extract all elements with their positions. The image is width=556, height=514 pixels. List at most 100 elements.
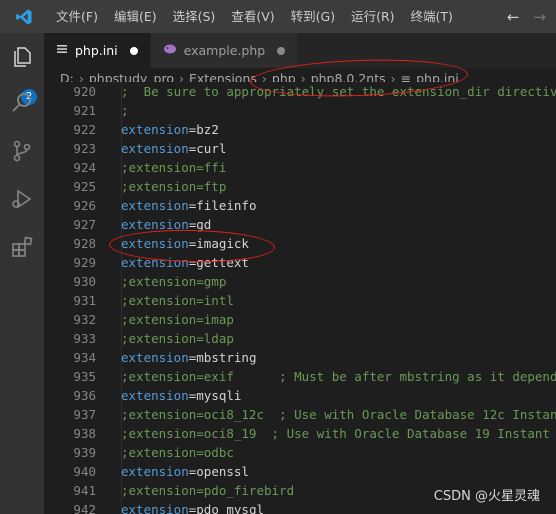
code-text: ;extension=ldap <box>121 331 234 346</box>
code-line[interactable]: 940 extension=openssl <box>44 462 556 481</box>
code-line[interactable]: 937 ;extension=oci8_12c ; Use with Oracle… <box>44 405 556 424</box>
code-text: extension=mbstring <box>121 348 256 367</box>
code-editor[interactable]: 920 ; Be sure to appropriately set the ex… <box>44 82 556 514</box>
code-text: ;extension=pdo_firebird <box>121 483 295 498</box>
code-text: extension=mysqli <box>121 386 241 405</box>
code-line[interactable]: 920 ; Be sure to appropriately set the ex… <box>44 82 556 101</box>
directive-key: extension <box>121 141 189 156</box>
tab-label: php.ini <box>75 43 118 58</box>
menu-file[interactable]: 文件(F) <box>48 0 106 33</box>
explorer-icon[interactable] <box>8 43 36 71</box>
directive-key: extension <box>121 464 189 479</box>
line-number: 937 <box>73 407 96 422</box>
code-line[interactable]: 926 extension=fileinfo <box>44 196 556 215</box>
code-text: extension=curl <box>121 139 226 158</box>
search-icon[interactable] <box>8 89 36 117</box>
unsaved-dot-icon[interactable] <box>129 46 138 55</box>
code-text: ;extension=odbc <box>121 445 234 460</box>
line-number: 920 <box>73 84 96 99</box>
code-line[interactable]: 922 extension=bz2 <box>44 120 556 139</box>
forward-arrow-icon[interactable]: → <box>533 8 546 26</box>
line-number: 935 <box>73 369 96 384</box>
code-line[interactable]: 934 extension=mbstring <box>44 348 556 367</box>
line-number: 922 <box>73 122 96 137</box>
code-text: ;extension=ftp <box>121 179 227 194</box>
title-bar: 文件(F) 编辑(E) 选择(S) 查看(V) 转到(G) 运行(R) 终端(T… <box>0 0 556 33</box>
code-text: ;extension=oci8_12c ; Use with Oracle Da… <box>121 407 556 422</box>
line-number: 931 <box>73 293 96 308</box>
directive-value: gettext <box>196 255 249 270</box>
unsaved-dot-icon[interactable] <box>277 46 286 55</box>
line-number: 936 <box>73 388 96 403</box>
directive-key: extension <box>121 255 189 270</box>
line-number: 942 <box>73 502 96 514</box>
menu-run[interactable]: 运行(R) <box>343 0 402 33</box>
line-number: 925 <box>73 179 96 194</box>
code-line[interactable]: 923 extension=curl <box>44 139 556 158</box>
code-text: extension=gd <box>121 215 211 234</box>
code-line[interactable]: 939 ;extension=odbc <box>44 443 556 462</box>
menu-terminal[interactable]: 终端(T) <box>403 0 461 33</box>
code-line[interactable]: 933 ;extension=ldap <box>44 329 556 348</box>
line-number: 928 <box>73 236 96 251</box>
directive-value: openssl <box>196 464 249 479</box>
run-debug-icon[interactable] <box>8 185 36 213</box>
directive-value: mysqli <box>196 388 242 403</box>
directive-value: bz2 <box>196 122 219 137</box>
extensions-icon[interactable] <box>8 233 36 261</box>
tab-php-ini[interactable]: php.ini <box>44 33 150 68</box>
elephant-php-icon <box>163 43 177 58</box>
directive-key: extension <box>121 217 189 232</box>
directive-value: imagick <box>196 236 249 251</box>
directive-value: fileinfo <box>196 198 257 213</box>
line-number: 940 <box>73 464 96 479</box>
code-line[interactable]: 921; <box>44 101 556 120</box>
directive-key: extension <box>121 122 189 137</box>
code-text: extension=openssl <box>121 462 249 481</box>
line-number: 924 <box>73 160 96 175</box>
code-line[interactable]: 924 ;extension=ffi <box>44 158 556 177</box>
code-text: extension=imagick <box>121 234 249 253</box>
line-number: 926 <box>73 198 96 213</box>
line-number: 941 <box>73 483 96 498</box>
tab-bar: php.ini example.php <box>44 33 556 68</box>
line-number: 932 <box>73 312 96 327</box>
code-text: ;extension=intl <box>121 293 234 308</box>
source-control-icon[interactable] <box>8 137 36 165</box>
code-line[interactable]: 927 extension=gd <box>44 215 556 234</box>
line-number: 938 <box>73 426 96 441</box>
code-line[interactable]: 931 ;extension=intl <box>44 291 556 310</box>
directive-key: extension <box>121 350 189 365</box>
menu-selection[interactable]: 选择(S) <box>165 0 224 33</box>
code-line[interactable]: 930 ;extension=gmp <box>44 272 556 291</box>
line-number: 930 <box>73 274 96 289</box>
directive-value: gd <box>196 217 212 232</box>
code-line[interactable]: 936 extension=mysqli <box>44 386 556 405</box>
code-text: extension=fileinfo <box>121 196 256 215</box>
code-line[interactable]: 929 extension=gettext <box>44 253 556 272</box>
code-text: ;extension=exif ; Must be after mbstring… <box>121 369 556 384</box>
code-text: ;extension=ffi <box>121 160 227 175</box>
back-arrow-icon[interactable]: ← <box>507 8 520 26</box>
directive-key: extension <box>121 388 189 403</box>
gear-file-icon <box>56 43 68 58</box>
directive-key: extension <box>121 502 189 514</box>
code-text: extension=bz2 <box>121 120 219 139</box>
line-number: 923 <box>73 141 96 156</box>
directive-key: extension <box>121 198 189 213</box>
code-text: ;extension=imap <box>121 312 234 327</box>
line-number: 939 <box>73 445 96 460</box>
vscode-logo-icon <box>0 0 48 33</box>
menu-go[interactable]: 转到(G) <box>283 0 343 33</box>
tab-example-php[interactable]: example.php <box>149 33 298 68</box>
line-number: 929 <box>73 255 96 270</box>
menu-edit[interactable]: 编辑(E) <box>106 0 165 33</box>
code-line[interactable]: 928 extension=imagick <box>44 234 556 253</box>
directive-value: pdo_mysql <box>196 502 264 514</box>
code-line[interactable]: 938 ;extension=oci8_19 ; Use with Oracle … <box>44 424 556 443</box>
code-line[interactable]: 932 ;extension=imap <box>44 310 556 329</box>
code-line[interactable]: 925 ;extension=ftp <box>44 177 556 196</box>
menu-view[interactable]: 查看(V) <box>223 0 282 33</box>
tab-label: example.php <box>183 43 266 58</box>
code-line[interactable]: 935 ;extension=exif ; Must be after mbstr… <box>44 367 556 386</box>
